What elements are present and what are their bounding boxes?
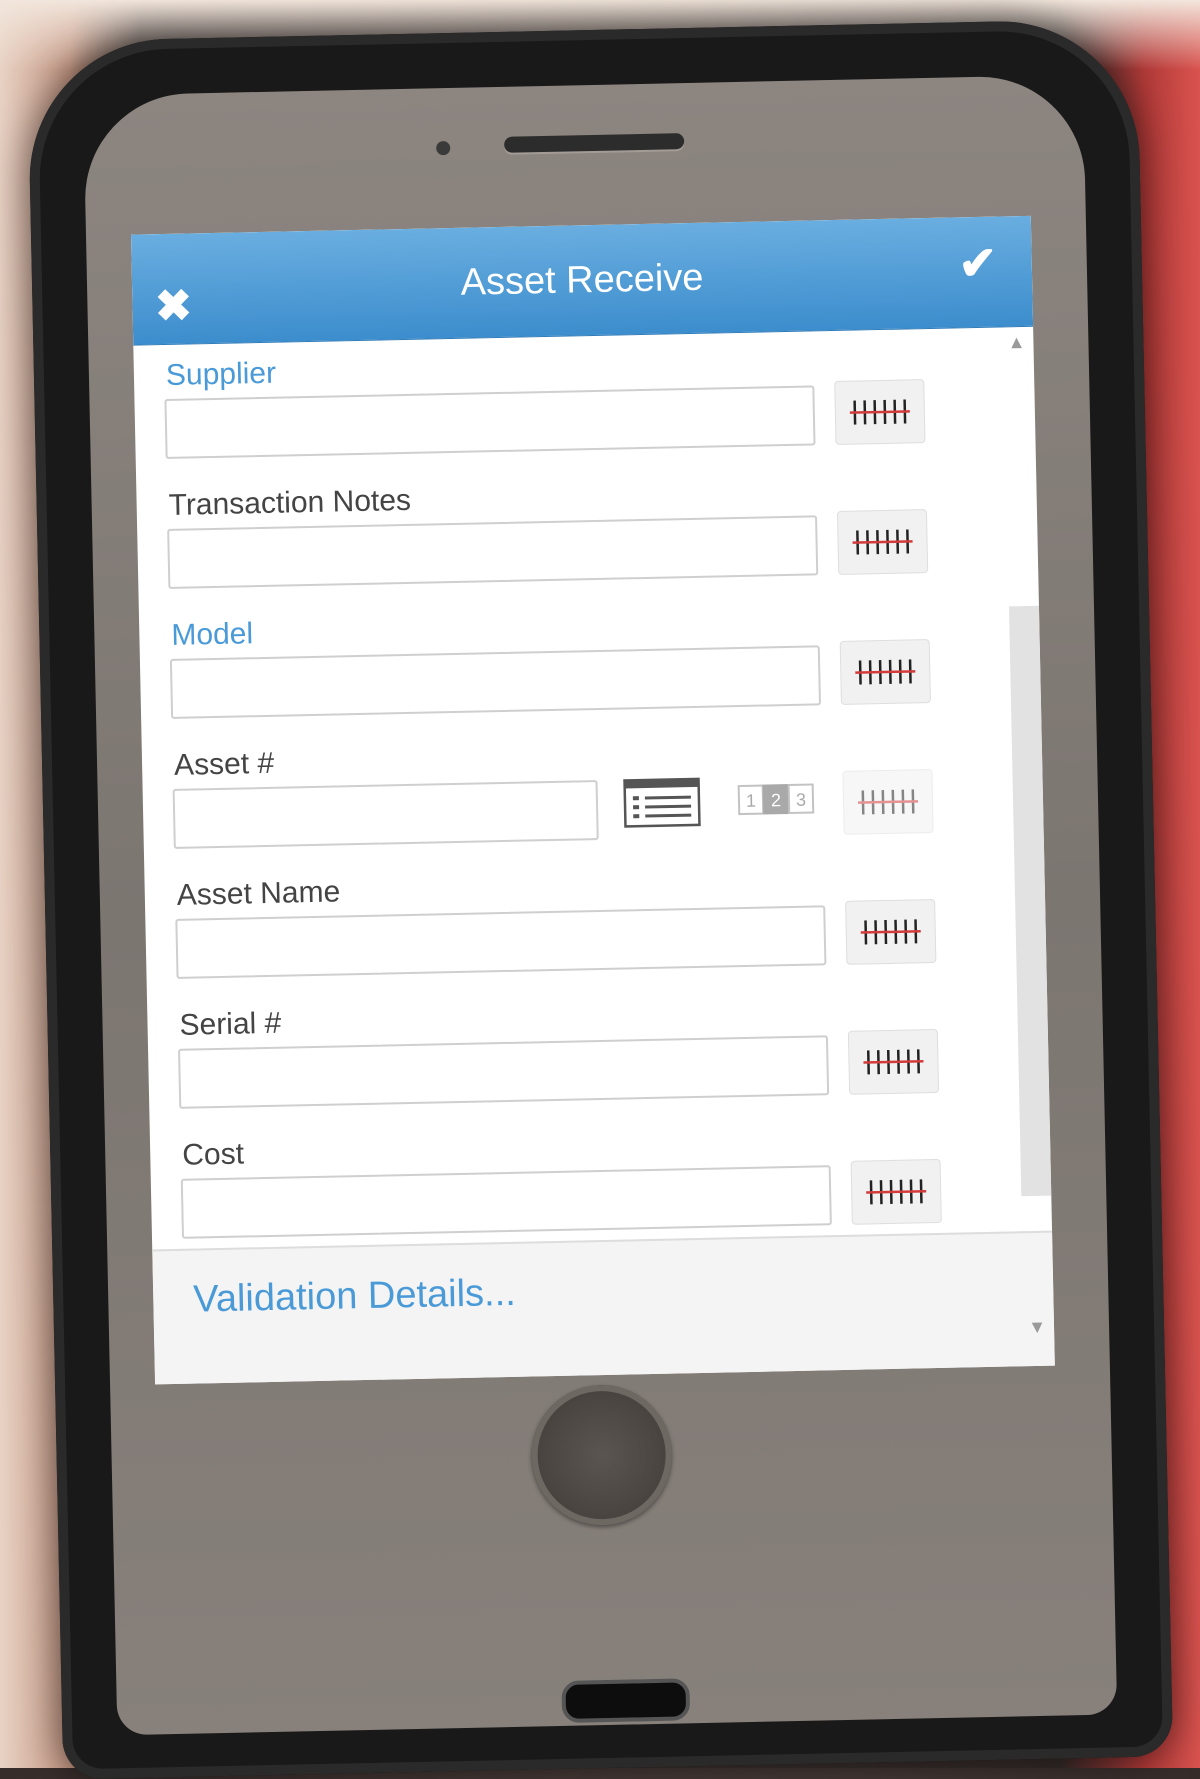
barcode-icon [852,529,913,555]
asset-list-button[interactable] [620,774,703,832]
list-icon [623,777,701,828]
front-camera [436,140,451,156]
sequence-icon: 1 2 3 [737,783,815,816]
serial-number-field: Serial # [177,993,940,1141]
page-title: Asset Receive [460,256,704,304]
supplier-field: Supplier [164,343,927,491]
asset-name-label: Asset Name [176,875,341,912]
asset-number-scan-button[interactable] [842,769,934,835]
scroll-up-icon[interactable]: ▲ [1007,332,1025,353]
barcode-icon [855,659,916,685]
barcode-icon [858,789,919,815]
earpiece-speaker [504,133,685,153]
asset-sequence-button[interactable]: 1 2 3 [732,771,819,827]
asset-name-scan-button[interactable] [845,898,937,965]
scrollbar[interactable] [1008,605,1052,1197]
transaction-notes-input[interactable] [167,515,819,589]
sequence-digit-3: 3 [796,790,806,810]
asset-number-field: Asset # 1 2 3 [172,733,935,881]
model-label: Model [171,617,254,652]
serial-number-label: Serial # [179,1006,282,1042]
barcode-icon [860,919,921,945]
phone-device: ✖ Asset Receive ✔ Supplier Transaction N… [26,18,1174,1779]
transaction-notes-label: Transaction Notes [168,483,412,522]
asset-number-label: Asset # [173,746,275,782]
sequence-digit-2: 2 [771,790,781,810]
model-field: Model [169,603,932,751]
home-button[interactable] [530,1383,674,1527]
cost-scan-button[interactable] [850,1158,942,1225]
serial-number-scan-button[interactable] [847,1028,940,1095]
scroll-down-icon[interactable]: ▼ [1028,1317,1046,1338]
model-scan-button[interactable] [839,639,931,705]
supplier-label: Supplier [165,356,277,392]
serial-number-input[interactable] [178,1035,830,1109]
barcode-icon [863,1049,924,1075]
sequence-digit-1: 1 [746,791,756,811]
checkmark-icon: ✔ [957,236,998,290]
app-screen: ✖ Asset Receive ✔ Supplier Transaction N… [130,215,1055,1385]
transaction-notes-field: Transaction Notes [166,473,929,621]
supplier-input[interactable] [164,385,816,459]
model-input[interactable] [169,645,821,719]
asset-receive-form: Supplier Transaction Notes Model Asset #… [133,326,1052,1250]
barcode-icon [849,399,910,425]
phone-face: ✖ Asset Receive ✔ Supplier Transaction N… [83,74,1118,1736]
cost-input[interactable] [180,1165,832,1239]
transaction-notes-scan-button[interactable] [836,509,929,575]
validation-details-link[interactable]: Validation Details... [193,1272,516,1322]
charging-port [561,1678,691,1723]
validation-footer: Validation Details... ▼ [152,1230,1055,1385]
app-header: ✖ Asset Receive ✔ [130,215,1034,346]
confirm-button[interactable]: ✔ [951,236,1004,290]
supplier-scan-button[interactable] [834,379,926,445]
barcode-icon [866,1179,927,1205]
asset-number-input[interactable] [172,780,599,849]
asset-name-input[interactable] [175,905,827,979]
asset-name-field: Asset Name [174,863,937,1011]
cost-label: Cost [181,1137,245,1172]
